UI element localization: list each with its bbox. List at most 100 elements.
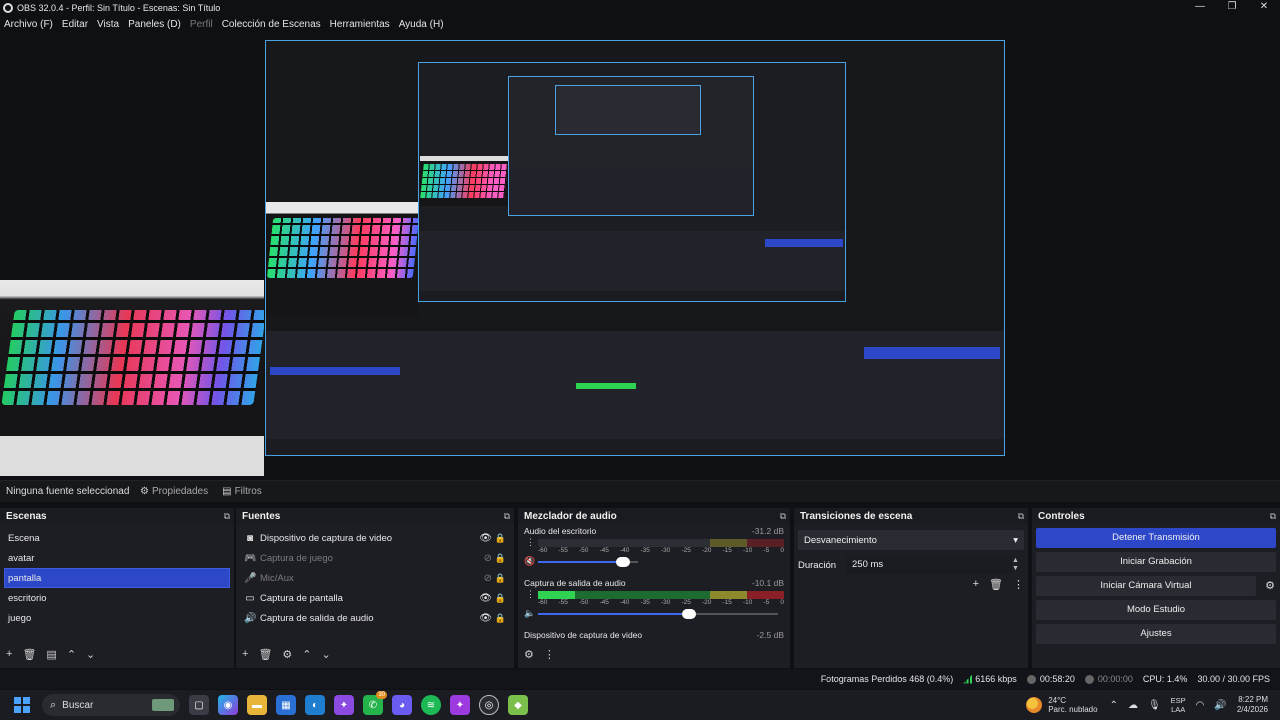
undock-icon[interactable]: ⧉ (1270, 511, 1276, 522)
add-transition-icon[interactable]: + (973, 578, 979, 591)
close-button[interactable]: ✕ (1248, 0, 1280, 16)
volume-icon[interactable]: 🔊 (1214, 700, 1226, 711)
source-item[interactable]: 🎮 Captura de juego ⊘ 🔒 (236, 548, 514, 568)
more-options-icon[interactable]: ⋮ (1013, 578, 1024, 591)
volume-slider[interactable] (538, 609, 778, 619)
chevron-down-icon[interactable]: ⌄ (322, 648, 331, 661)
source-item[interactable]: ▭ Captura de pantalla 👁 🔒 (236, 588, 514, 608)
minimize-button[interactable]: — (1184, 0, 1216, 16)
gamepad-icon: 🎮 (244, 552, 257, 564)
language-indicator[interactable]: ESP LAA (1171, 696, 1186, 714)
minecraft-icon[interactable]: ◆ (508, 695, 528, 715)
speaker-icon[interactable]: 🔈 (524, 608, 535, 619)
channel-db: -2.5 dB (756, 630, 784, 640)
clock[interactable]: 8:22 PM 2/4/2026 (1237, 695, 1268, 715)
settings-button[interactable]: Ajustes (1036, 624, 1276, 644)
start-recording-button[interactable]: Iniciar Grabación (1036, 552, 1276, 572)
scene-item-pantalla[interactable]: pantalla (4, 568, 230, 588)
eye-off-icon[interactable]: ⊘ (484, 553, 492, 564)
spotify-icon[interactable]: ≋ (421, 695, 441, 715)
eye-off-icon[interactable]: ⊘ (484, 573, 492, 584)
chevron-up-icon[interactable]: ⌃ (67, 648, 76, 661)
eye-icon[interactable]: 👁 (479, 613, 492, 624)
transition-buttons: + 🗑 ⋮ (963, 578, 1024, 591)
chevron-up-icon[interactable]: ⌃ (302, 648, 311, 661)
menu-help[interactable]: Ayuda (H) (399, 19, 444, 30)
lock-icon[interactable]: 🔒 (495, 613, 506, 624)
gear-icon[interactable]: ⚙ (1260, 576, 1280, 596)
cloud-icon[interactable]: ☁ (1128, 700, 1138, 711)
more-options-icon[interactable]: ⋮ (526, 590, 535, 599)
chevron-up-icon[interactable]: ⌃ (1110, 700, 1118, 711)
gear-icon[interactable]: ⚙ (282, 648, 292, 661)
microphone-icon[interactable]: 🎙 (1148, 700, 1161, 711)
scenes-dock: Escenas ⧉ Escena avatar pantalla escrito… (0, 508, 234, 668)
meter-scale: -60 -55 -50 -45 -40 -35 -30 -25 -20 -15 -10 -5 0 (538, 599, 784, 606)
windows-start-icon[interactable] (14, 697, 30, 713)
source-item[interactable]: ◙ Dispositivo de captura de video 👁 🔒 (236, 528, 514, 548)
lock-icon[interactable]: 🔒 (495, 533, 506, 544)
scene-item-juego[interactable]: juego (0, 608, 234, 628)
app-icon[interactable]: ✦ (334, 695, 354, 715)
whatsapp-icon[interactable]: ✆ 30 (363, 691, 387, 715)
chevron-down-icon[interactable]: ⌄ (86, 648, 95, 661)
undock-icon[interactable]: ⧉ (780, 511, 786, 522)
start-virtual-camera-button[interactable]: Iniciar Cámara Virtual ⚙ (1036, 576, 1275, 596)
edge-icon[interactable]: ◐ (305, 695, 325, 715)
lock-icon[interactable]: 🔒 (495, 593, 506, 604)
trash-icon[interactable]: 🗑 (989, 578, 1003, 591)
file-explorer-icon[interactable]: ▬ (247, 695, 267, 715)
menu-tools[interactable]: Herramientas (330, 19, 390, 30)
filter-icon[interactable]: ▤ (46, 648, 56, 661)
menu-scene-collection[interactable]: Colección de Escenas (222, 19, 321, 30)
cpu-usage: CPU: 1.4% (1142, 674, 1188, 684)
eye-icon[interactable]: 👁 (479, 593, 492, 604)
meter-scale: -60 -55 -50 -45 -40 -35 -30 -25 -20 -15 -10 -5 0 (538, 547, 784, 554)
source-item[interactable]: 🎤 Mic/Aux ⊘ 🔒 (236, 568, 514, 588)
source-item[interactable]: 🔊 Captura de salida de audio 👁 🔒 (236, 608, 514, 628)
filters-button[interactable]: ▤ Filtros (222, 486, 262, 497)
menu-file[interactable]: Archivo (F) (4, 19, 53, 30)
muted-speaker-icon[interactable]: 🔇 (524, 556, 535, 567)
properties-button[interactable]: ⚙ Propiedades (140, 486, 208, 497)
slider-knob[interactable] (682, 609, 696, 619)
copilot-icon[interactable]: ◉ (218, 695, 238, 715)
duration-stepper[interactable]: ▲ ▼ (1012, 557, 1024, 573)
duration-input[interactable]: 250 ms (846, 556, 1012, 574)
menu-profile[interactable]: Perfil (190, 19, 213, 30)
store-icon[interactable]: ▦ (276, 695, 296, 715)
trash-icon[interactable]: 🗑 (258, 648, 272, 661)
trash-icon[interactable]: 🗑 (22, 648, 36, 661)
undock-icon[interactable]: ⧉ (1018, 511, 1024, 522)
transition-select[interactable]: Desvanecimiento ▾ (798, 530, 1024, 550)
studio-mode-button[interactable]: Modo Estudio (1036, 600, 1276, 620)
lock-icon[interactable]: 🔒 (495, 553, 506, 564)
stop-streaming-button[interactable]: Detener Transmisión (1036, 528, 1276, 548)
more-options-icon[interactable]: ⋮ (544, 648, 555, 661)
volume-slider[interactable] (538, 557, 638, 567)
scene-item-avatar[interactable]: avatar (0, 548, 234, 568)
eye-icon[interactable]: 👁 (479, 533, 492, 544)
undock-icon[interactable]: ⧉ (504, 511, 510, 522)
menu-docks[interactable]: Paneles (D) (128, 19, 181, 30)
weather-widget[interactable]: 24°C Parc. nublado (1026, 696, 1098, 714)
lock-icon[interactable]: 🔒 (495, 573, 506, 584)
scene-item-escena[interactable]: Escena (0, 528, 234, 548)
app-icon[interactable]: ✦ (450, 695, 470, 715)
add-scene-icon[interactable]: + (6, 648, 12, 660)
task-view-icon[interactable]: ▢ (189, 695, 209, 715)
add-source-icon[interactable]: + (242, 648, 248, 660)
slider-knob[interactable] (616, 557, 630, 567)
more-options-icon[interactable]: ⋮ (526, 538, 535, 547)
wifi-icon[interactable]: ◠ (1196, 700, 1205, 711)
taskbar-search[interactable]: ⌕ Buscar (42, 694, 180, 716)
advanced-audio-icon[interactable]: ⚙ (524, 648, 534, 661)
title-bar: OBS 32.0.4 - Perfil: Sin Título - Escena… (0, 0, 1280, 16)
undock-icon[interactable]: ⧉ (224, 511, 230, 522)
maximize-button[interactable]: ❐ (1216, 0, 1248, 16)
menu-view[interactable]: Vista (97, 19, 119, 30)
menu-edit[interactable]: Editar (62, 19, 88, 30)
discord-icon[interactable]: ◕ (392, 695, 412, 715)
obs-icon[interactable]: ◎ (479, 695, 499, 715)
scene-item-escritorio[interactable]: escritorio (0, 588, 234, 608)
